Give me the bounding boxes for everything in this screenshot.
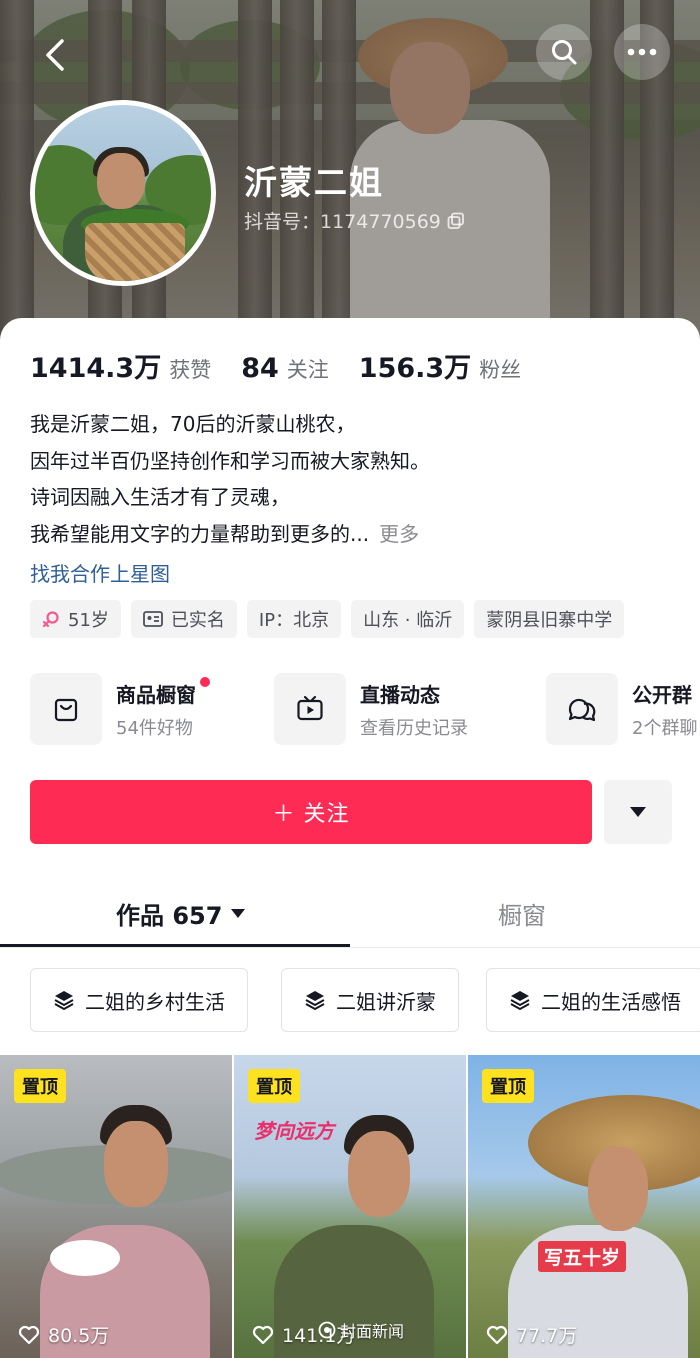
tab-works[interactable]: 作品 657 <box>116 896 246 931</box>
service-title: 直播动态 <box>360 682 440 707</box>
collection-chip[interactable]: 二姐的乡村生活 <box>30 968 248 1032</box>
video-likes-count: 77.7万 <box>516 1325 578 1347</box>
video-grid: 置顶 80.5万 梦向远方 置顶 141.1万 写五十岁 置顶 77.7万 <box>0 1055 700 1358</box>
tab-works-label: 作品 657 <box>116 902 223 930</box>
bio-line: 诗词因融入生活才有了灵魂， <box>30 485 290 509</box>
search-icon <box>552 40 577 65</box>
heart-icon <box>18 1325 40 1344</box>
service-title: 商品橱窗 <box>116 676 210 708</box>
heart-icon <box>486 1325 508 1344</box>
services-row: 商品橱窗 54件好物 直播动态 查看历史记录 公开群 2个群聊 <box>30 672 700 748</box>
watermark-text: 封面新闻 <box>340 1322 405 1341</box>
watermark: 封面新闻 <box>318 1318 404 1342</box>
chat-icon <box>546 673 618 745</box>
video-likes: 77.7万 <box>486 1321 577 1348</box>
follow-button[interactable]: ＋ 关注 <box>30 780 592 844</box>
video-likes: 80.5万 <box>18 1321 109 1348</box>
layers-icon <box>510 991 530 1011</box>
recommend-dropdown-button[interactable] <box>604 780 672 844</box>
stat-number: 1414.3万 <box>30 353 162 384</box>
tag-age: 51岁 <box>30 600 121 638</box>
more-options-button[interactable] <box>614 24 670 80</box>
tv-icon <box>274 673 346 745</box>
tag-school-text: 蒙阴县旧寨中学 <box>486 610 613 631</box>
stat-following[interactable]: 84 关注 <box>241 353 329 384</box>
content-tabs: 作品 657 橱窗 <box>0 878 700 948</box>
copy-icon[interactable] <box>447 212 465 230</box>
caret-down-icon <box>231 909 246 918</box>
notification-dot <box>200 676 210 687</box>
collection-label: 二姐的生活感悟 <box>541 989 681 1014</box>
bio-line-last: 我希望能用文字的力量帮助到更多的... 更多 <box>30 516 670 553</box>
collection-chip[interactable]: 二姐的生活感悟 <box>486 968 700 1032</box>
watermark-logo-icon <box>318 1321 336 1339</box>
tag-ip-text: IP：北京 <box>258 610 330 631</box>
avatar[interactable] <box>30 100 216 286</box>
pinned-badge: 置顶 <box>14 1069 66 1103</box>
profile-tags: 51岁 已实名 IP：北京 山东 · 临沂 蒙阴县旧寨中学 <box>30 600 625 638</box>
stat-label: 关注 <box>286 358 329 382</box>
stat-label: 粉丝 <box>479 358 522 382</box>
stat-label: 获赞 <box>169 358 212 382</box>
search-button[interactable] <box>536 24 592 80</box>
service-live-history[interactable]: 直播动态 查看历史记录 <box>274 672 468 746</box>
tag-age-text: 51岁 <box>68 610 109 631</box>
tag-verified: 已实名 <box>130 600 237 638</box>
female-icon <box>42 611 59 628</box>
stat-likes[interactable]: 1414.3万 获赞 <box>30 346 211 385</box>
douyin-id[interactable]: 抖音号：1174770569 <box>244 207 465 234</box>
video-card[interactable]: 梦向远方 置顶 141.1万 <box>234 1055 466 1358</box>
heart-icon <box>252 1325 274 1344</box>
service-title: 公开群 <box>632 682 692 707</box>
tag-ip: IP：北京 <box>246 600 342 638</box>
service-subtitle: 查看历史记录 <box>360 717 468 739</box>
bio-line: 因年过半百仍坚持创作和学习而被大家熟知。 <box>30 448 430 473</box>
pinned-badge: 置顶 <box>482 1069 534 1103</box>
bio-line: 我是沂蒙二姐，70后的沂蒙山桃农， <box>30 412 356 436</box>
collections-row: 二姐的乡村生活 二姐讲沂蒙 二姐的生活感悟 <box>30 968 700 1032</box>
video-caption: 梦向远方 <box>254 1119 334 1143</box>
more-dots-icon <box>627 48 657 56</box>
collection-label: 二姐讲沂蒙 <box>336 989 436 1014</box>
stat-number: 156.3万 <box>358 353 472 384</box>
collection-label: 二姐的乡村生活 <box>85 989 225 1014</box>
video-card[interactable]: 置顶 80.5万 <box>0 1055 232 1358</box>
tag-verified-text: 已实名 <box>170 610 225 631</box>
douyin-id-text: 抖音号：1174770569 <box>244 211 441 233</box>
video-card[interactable]: 写五十岁 置顶 77.7万 <box>468 1055 700 1358</box>
tab-shop-window[interactable]: 橱窗 <box>498 896 546 931</box>
bio-more-link[interactable]: 更多 <box>379 522 419 546</box>
bio: 我是沂蒙二姐，70后的沂蒙山桃农， 因年过半百仍坚持创作和学习而被大家熟知。 诗… <box>30 406 670 552</box>
pinned-badge: 置顶 <box>248 1069 300 1103</box>
collection-chip[interactable]: 二姐讲沂蒙 <box>281 968 459 1032</box>
chevron-left-icon <box>46 39 64 71</box>
back-button[interactable] <box>30 30 80 80</box>
video-likes-count: 80.5万 <box>48 1325 110 1347</box>
active-tab-indicator <box>0 944 350 947</box>
stat-number: 84 <box>241 353 279 384</box>
tag-location: 山东 · 临沂 <box>351 600 465 638</box>
id-card-icon <box>143 611 163 627</box>
service-shop-window[interactable]: 商品橱窗 54件好物 <box>30 672 210 746</box>
layers-icon <box>54 991 74 1011</box>
tag-school: 蒙阴县旧寨中学 <box>474 600 625 638</box>
service-subtitle: 2个群聊 <box>632 717 698 739</box>
stat-followers[interactable]: 156.3万 粉丝 <box>359 346 521 385</box>
bag-icon <box>30 673 102 745</box>
tag-location-text: 山东 · 临沂 <box>363 610 453 631</box>
video-caption: 写五十岁 <box>538 1241 627 1272</box>
bio-line: 我希望能用文字的力量帮助到更多的... <box>30 521 370 546</box>
service-group-chat[interactable]: 公开群 2个群聊 <box>546 672 697 746</box>
layers-icon <box>305 991 325 1011</box>
profile-name: 沂蒙二姐 <box>244 163 384 202</box>
caret-down-icon <box>630 807 646 817</box>
stats-row: 1414.3万 获赞 84 关注 156.3万 粉丝 <box>30 346 551 385</box>
starmap-link[interactable]: 找我合作上星图 <box>30 558 170 587</box>
profile-sheet: 1414.3万 获赞 84 关注 156.3万 粉丝 我是沂蒙二姐，70后的沂蒙… <box>0 318 700 1358</box>
service-subtitle: 54件好物 <box>116 717 193 739</box>
